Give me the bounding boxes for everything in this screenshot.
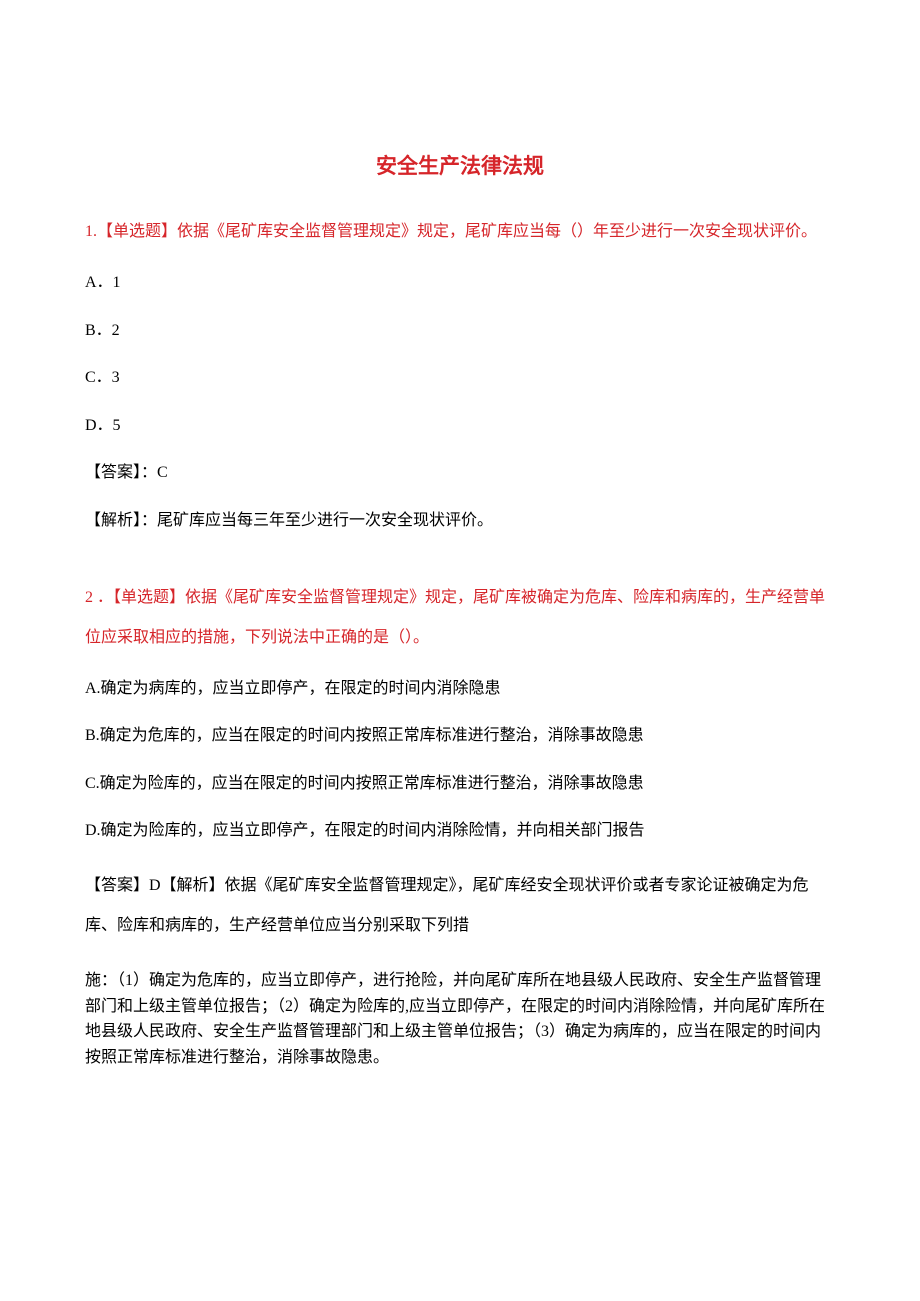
q2-option-d: D.确定为险库的，应当立即停产，在限定的时间内消除险情，并向相关部门报告 <box>85 818 835 844</box>
q2-option-b: B.确定为危库的，应当在限定的时间内按照正常库标准进行整治，消除事故隐患 <box>85 723 835 749</box>
q2-explanation-continued: 施：（1）确定为危库的，应当立即停产，进行抢险，并向尾矿库所在地县级人民政府、安… <box>85 968 835 1070</box>
q1-explanation: 【解析】：尾矿库应当每三年至少进行一次安全现状评价。 <box>85 508 835 534</box>
q1-option-a: A．1 <box>85 270 835 296</box>
q2-option-c: C.确定为险库的，应当在限定的时间内按照正常库标准进行整治，消除事故隐患 <box>85 771 835 797</box>
question-1: 1.【单选题】依据《尾矿库安全监督管理规定》规定，尾矿库应当每（）年至少进行一次… <box>85 212 835 534</box>
q1-option-d: D．5 <box>85 413 835 439</box>
question-2: 2 ．【单选题】依据《尾矿库安全监督管理规定》规定，尾矿库被确定为危库、险库和病… <box>85 578 835 1071</box>
page-title: 安全生产法律法规 <box>85 150 835 180</box>
q2-option-a: A.确定为病库的，应当立即停产，在限定的时间内消除隐患 <box>85 676 835 702</box>
q1-option-c: C．3 <box>85 365 835 391</box>
q1-prompt: 1.【单选题】依据《尾矿库安全监督管理规定》规定，尾矿库应当每（）年至少进行一次… <box>85 212 835 252</box>
q1-answer: 【答案】：C <box>85 460 835 486</box>
q2-answer-explanation: 【答案】D【解析】依据《尾矿库安全监督管理规定》，尾矿库经安全现状评价或者专家论… <box>85 866 835 946</box>
q1-option-b: B．2 <box>85 318 835 344</box>
q2-prompt: 2 ．【单选题】依据《尾矿库安全监督管理规定》规定，尾矿库被确定为危库、险库和病… <box>85 578 835 658</box>
